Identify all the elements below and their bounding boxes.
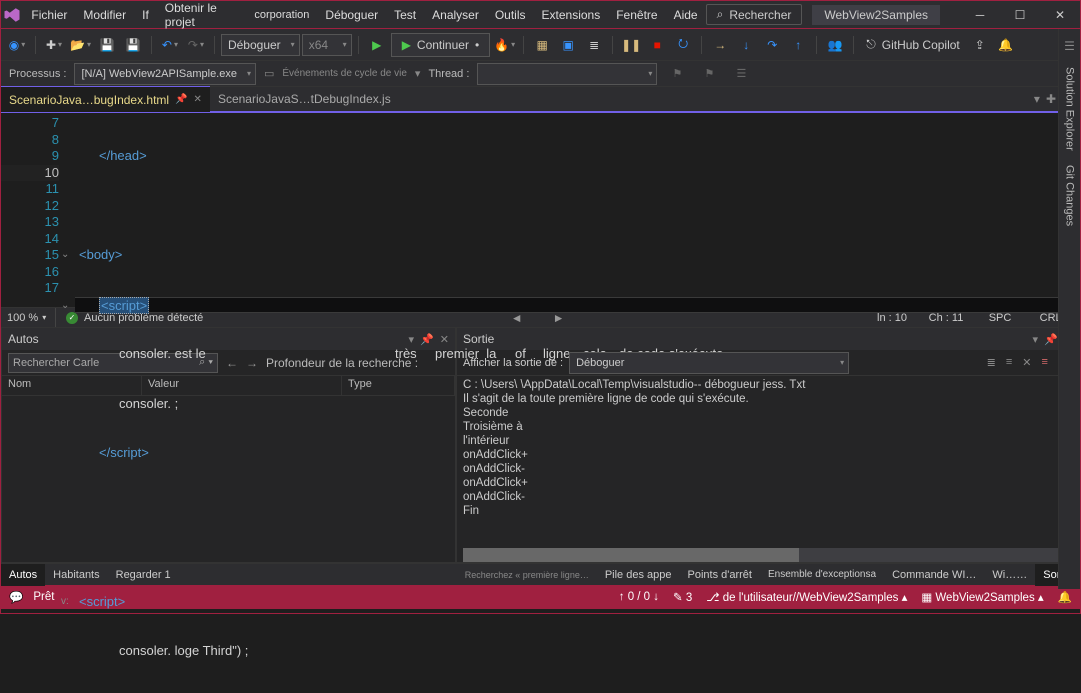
code-area[interactable]: </head> ⌄<body> ⌄<script> consoler. est … (75, 113, 1062, 307)
copilot-label: GitHub Copilot (882, 38, 960, 52)
share-button[interactable]: ⇪ (968, 33, 992, 57)
undo-button[interactable]: ↶ (158, 33, 182, 57)
menu-test[interactable]: Test (386, 1, 424, 29)
menu-help[interactable]: Aide (666, 1, 706, 29)
restart-button[interactable]: ⭮ (671, 33, 695, 57)
menu-edit[interactable]: Modifier (75, 1, 134, 29)
window-minimize[interactable]: ─ (960, 1, 1000, 29)
toolbox-btn3[interactable]: ≣ (582, 33, 606, 57)
menu-analyze[interactable]: Analyser (424, 1, 487, 29)
menu-extensions[interactable]: Extensions (534, 1, 609, 29)
platform-combo[interactable]: x64 (302, 34, 352, 56)
output-source-combo[interactable]: Déboguer (569, 352, 849, 374)
file-tab-active-label: ScenarioJava…bugIndex.html (9, 93, 169, 107)
notify-button[interactable]: 🔔 (994, 33, 1018, 57)
hot-reload-button[interactable]: 🔥 (492, 33, 517, 57)
file-tab-inactive[interactable]: ScenarioJavaS…tDebugIndex.js (210, 86, 399, 112)
copilot-button[interactable]: ⎋ GitHub Copilot (860, 33, 966, 57)
play-icon: ▶ (402, 38, 411, 52)
menu-tools[interactable]: Outils (487, 1, 534, 29)
thread-label: Thread : (428, 68, 469, 80)
title-search-label: Rechercher (729, 8, 791, 22)
tab-overflow-button[interactable]: ▾ (1034, 92, 1040, 106)
menu-if[interactable]: If (134, 1, 157, 29)
code-editor[interactable]: 7 8 9 10 11 12 13 14 15 16 17 </head> ⌄<… (1, 113, 1080, 307)
flag2-icon[interactable]: ⚑ (697, 62, 721, 86)
window-maximize[interactable]: ☐ (1000, 1, 1040, 29)
status-feedback-icon[interactable]: 💬 (9, 590, 23, 604)
autos-title: Autos (8, 332, 39, 346)
file-tab-active[interactable]: ScenarioJava…bugIndex.html 📌 ✕ (1, 86, 210, 112)
nav-back-button[interactable]: ◉ (5, 33, 29, 57)
solution-name[interactable]: WebView2Samples (812, 5, 940, 25)
search-icon: ⌕ (717, 7, 724, 22)
menu-file[interactable]: Fichier (23, 1, 75, 29)
btab-autos[interactable]: Autos (1, 564, 45, 586)
titlebar: Fichier Modifier If Obtenir le projet co… (1, 1, 1080, 29)
zoom-combo[interactable]: 100 %▾ (1, 312, 55, 324)
tab-add-button[interactable]: ✚ (1046, 92, 1056, 106)
save-all-button[interactable]: 💾 (121, 33, 145, 57)
process-label: Processus : (9, 68, 66, 80)
config-combo[interactable]: Déboguer (221, 34, 300, 56)
stack-icon[interactable]: ☰ (729, 62, 753, 86)
play-button[interactable]: ▶ (365, 33, 389, 57)
menu-get-project[interactable]: Obtenir le projet (157, 1, 247, 29)
pin-icon[interactable]: 📌 (175, 94, 187, 105)
menu-corporation[interactable]: corporation (246, 1, 317, 29)
step-over-button[interactable]: ↷ (760, 33, 784, 57)
live-share-button[interactable]: 👥 (823, 33, 847, 57)
vs-logo (1, 6, 23, 24)
flag-icon[interactable]: ⚑ (665, 62, 689, 86)
close-icon[interactable]: ✕ (194, 94, 202, 105)
line-gutter: 7 8 9 10 11 12 13 14 15 16 17 (1, 113, 75, 307)
stop-button[interactable]: ■ (645, 33, 669, 57)
title-search[interactable]: ⌕ Rechercher (706, 4, 803, 25)
toolbox-btn1[interactable]: ▦ (530, 33, 554, 57)
save-button[interactable]: 💾 (95, 33, 119, 57)
file-tab-inactive-label: ScenarioJavaS…tDebugIndex.js (218, 92, 391, 106)
copilot-icon: ⎋ (866, 37, 876, 52)
rail-icon[interactable]: ☰ (1064, 39, 1075, 53)
step-into-button[interactable]: ↓ (734, 33, 758, 57)
window-close[interactable]: ✕ (1040, 1, 1080, 29)
menu-debug[interactable]: Déboguer (317, 1, 386, 29)
editor-tabbar: ScenarioJava…bugIndex.html 📌 ✕ ScenarioJ… (1, 87, 1080, 113)
step-out-button[interactable]: ↑ (786, 33, 810, 57)
menu-window[interactable]: Fenêtre (608, 1, 665, 29)
debug-process-bar: Processus : [N/A] WebView2APISample.exe … (1, 61, 1080, 87)
continue-label: Continuer (417, 38, 469, 52)
thread-combo[interactable] (477, 63, 657, 85)
continue-button[interactable]: ▶ Continuer • (391, 33, 490, 57)
process-combo[interactable]: [N/A] WebView2APISample.exe (74, 63, 256, 85)
right-rail: ☰ Solution Explorer Git Changes (1058, 29, 1080, 589)
show-next-button[interactable]: → (708, 33, 732, 57)
rail-git-changes[interactable]: Git Changes (1064, 165, 1076, 226)
status-ready: Prêt (33, 591, 54, 603)
lifecycle-label: Événements de cycle de vie (282, 68, 407, 79)
rail-solution-explorer[interactable]: Solution Explorer (1064, 67, 1076, 151)
toolbox-btn2[interactable]: ▣ (556, 33, 580, 57)
main-toolbar: ◉ ✚ 📂 💾 💾 ↶ ↷ Déboguer x64 ▶ ▶ Continuer… (1, 29, 1080, 61)
output-hscroll[interactable] (463, 548, 1073, 562)
new-item-button[interactable]: ✚ (42, 33, 66, 57)
pause-button[interactable]: ❚❚ (619, 33, 643, 57)
open-file-button[interactable]: 📂 (68, 33, 93, 57)
lifecycle-icon[interactable]: ▭ (264, 67, 274, 80)
redo-button[interactable]: ↷ (184, 33, 208, 57)
